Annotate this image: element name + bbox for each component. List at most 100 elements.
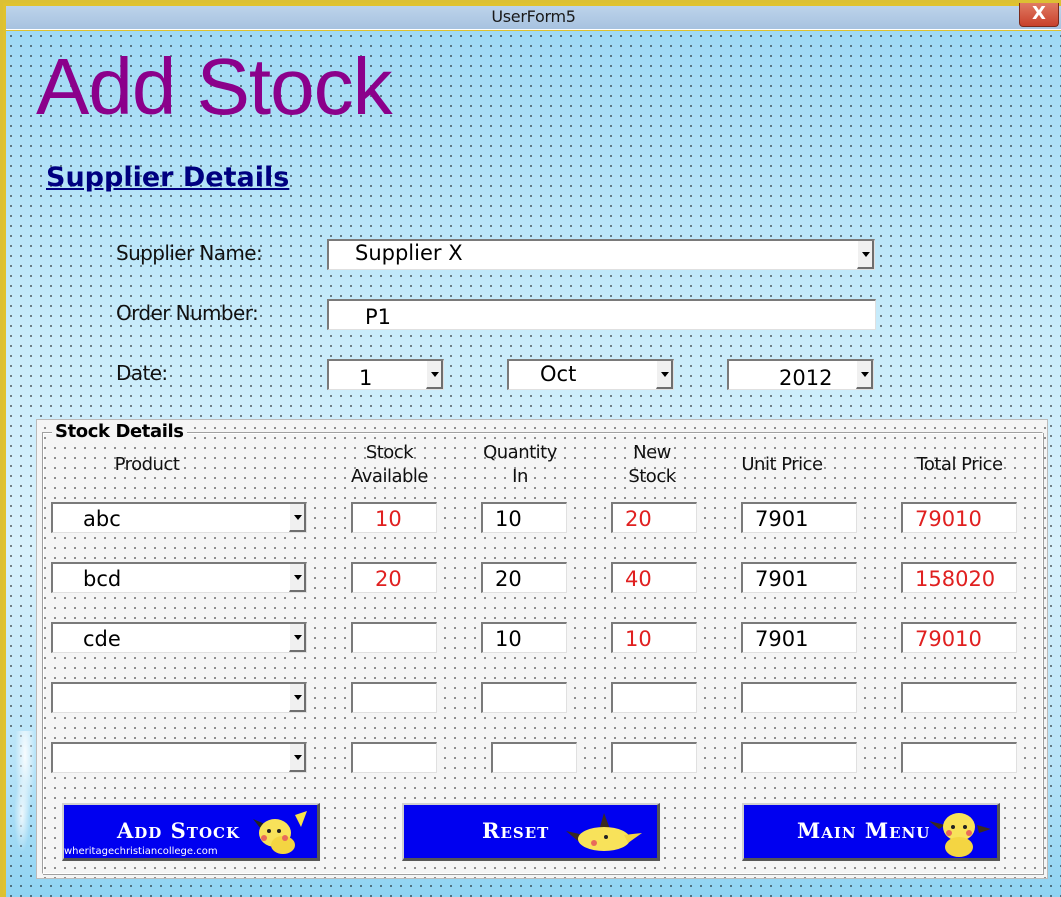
unit-price-input[interactable] — [741, 742, 857, 773]
product-combobox-value: cde — [83, 627, 121, 651]
date-year-combobox[interactable]: 2012 — [727, 359, 874, 390]
total-price-field[interactable] — [901, 682, 1017, 713]
date-day-value: 1 — [359, 366, 373, 390]
product-combobox[interactable]: cde — [51, 622, 307, 653]
column-header-new-stock: New Stock — [602, 441, 702, 489]
title-bar[interactable]: UserForm5 X — [6, 3, 1061, 30]
reset-button[interactable]: Reset — [402, 803, 660, 861]
new-stock-field[interactable] — [611, 682, 697, 713]
total-price-field-value: 79010 — [915, 507, 982, 531]
supplier-name-label: Supplier Name: — [116, 241, 263, 265]
total-price-field[interactable]: 79010 — [901, 502, 1017, 533]
new-stock-field-value: 20 — [625, 507, 652, 531]
stock-available-field[interactable]: 20 — [351, 562, 437, 593]
column-header-label: Unit Price — [741, 454, 823, 475]
quantity-in-input[interactable] — [481, 682, 567, 713]
quantity-in-input[interactable]: 10 — [481, 502, 567, 533]
chevron-down-icon[interactable] — [289, 504, 306, 532]
stock-available-field[interactable] — [351, 682, 437, 713]
product-combobox[interactable]: abc — [51, 502, 307, 533]
stock-available-field[interactable]: 10 — [351, 502, 437, 533]
column-header-unit-price: Unit Price — [727, 453, 837, 477]
unit-price-input[interactable]: 7901 — [741, 622, 857, 653]
column-header-product: Product — [97, 453, 197, 477]
new-stock-field[interactable] — [611, 742, 697, 773]
stock-details-caption: Stock Details — [52, 421, 187, 442]
unit-price-input[interactable]: 7901 — [741, 562, 857, 593]
stock-available-field-value: 20 — [375, 567, 402, 591]
date-month-combobox[interactable]: Oct — [507, 359, 674, 390]
new-stock-field[interactable]: 20 — [611, 502, 697, 533]
total-price-field[interactable]: 79010 — [901, 622, 1017, 653]
form-client-area: Add Stock Supplier Details Supplier Name… — [6, 31, 1061, 897]
total-price-field-value: 79010 — [915, 627, 982, 651]
column-header-label: In — [512, 466, 528, 487]
close-button[interactable]: X — [1019, 3, 1059, 27]
add-stock-button[interactable]: Add Stock wheritagechristiancollege.com — [62, 803, 320, 861]
order-number-label: Order Number: — [116, 301, 259, 325]
chevron-down-icon[interactable] — [289, 564, 306, 592]
column-header-label: Stock — [365, 442, 414, 463]
unit-price-input-value: 7901 — [755, 507, 809, 531]
product-combobox[interactable] — [51, 742, 307, 773]
supplier-name-combobox[interactable]: Supplier X — [327, 239, 875, 270]
total-price-field[interactable]: 158020 — [901, 562, 1017, 593]
product-combobox-value: abc — [83, 507, 121, 531]
date-day-combobox[interactable]: 1 — [327, 359, 444, 390]
chevron-down-icon[interactable] — [857, 241, 874, 269]
order-number-input[interactable]: P1 — [327, 299, 876, 330]
supplier-name-value: Supplier X — [355, 241, 463, 265]
chevron-down-icon[interactable] — [656, 361, 673, 389]
pikachu-icon — [253, 811, 307, 854]
product-combobox[interactable] — [51, 682, 307, 713]
add-stock-button-label: Add Stock — [117, 818, 240, 843]
quantity-in-input[interactable] — [491, 742, 577, 773]
pikachu-icon — [566, 813, 642, 851]
column-header-label: New — [633, 442, 671, 463]
main-menu-button-label: Main Menu — [797, 818, 931, 843]
column-header-label: Total Price — [916, 454, 1003, 475]
reset-button-label: Reset — [482, 818, 550, 843]
unit-price-input-value: 7901 — [755, 627, 809, 651]
column-header-label: Stock — [628, 466, 676, 487]
column-header-label: Product — [114, 454, 180, 475]
chevron-down-icon[interactable] — [426, 361, 443, 389]
quantity-in-input[interactable]: 10 — [481, 622, 567, 653]
unit-price-input[interactable]: 7901 — [741, 502, 857, 533]
column-header-label: Quantity — [483, 442, 557, 463]
supplier-details-heading: Supplier Details — [46, 162, 290, 193]
stock-available-field[interactable] — [351, 622, 437, 653]
page-title: Add Stock — [36, 42, 393, 131]
close-icon: X — [1032, 3, 1046, 24]
new-stock-field[interactable]: 10 — [611, 622, 697, 653]
total-price-field[interactable] — [901, 742, 1017, 773]
stock-available-field-value: 10 — [375, 507, 402, 531]
column-header-quantity-in: Quantity In — [470, 441, 570, 489]
chevron-down-icon[interactable] — [289, 744, 306, 772]
pikachu-icon — [929, 813, 991, 857]
date-label: Date: — [116, 361, 168, 385]
column-header-total-price: Total Price — [897, 453, 1022, 477]
stock-available-field[interactable] — [351, 742, 437, 773]
unit-price-input[interactable] — [741, 682, 857, 713]
watermark-text: wheritagechristiancollege.com — [64, 846, 218, 857]
new-stock-field[interactable]: 40 — [611, 562, 697, 593]
chevron-down-icon[interactable] — [289, 624, 306, 652]
new-stock-field-value: 40 — [625, 567, 652, 591]
window-title: UserForm5 — [491, 7, 576, 26]
quantity-in-input-value: 10 — [495, 627, 522, 651]
column-header-label: Available — [351, 466, 428, 487]
quantity-in-input-value: 20 — [495, 567, 522, 591]
product-combobox[interactable]: bcd — [51, 562, 307, 593]
main-menu-button[interactable]: Main Menu — [742, 803, 1000, 861]
userform-window: UserForm5 X Add Stock Supplier Details S… — [0, 0, 1061, 897]
unit-price-input-value: 7901 — [755, 567, 809, 591]
chevron-down-icon[interactable] — [856, 361, 873, 389]
column-header-stock-available: Stock Available — [337, 441, 442, 489]
total-price-field-value: 158020 — [915, 567, 996, 591]
quantity-in-input[interactable]: 20 — [481, 562, 567, 593]
new-stock-field-value: 10 — [625, 627, 652, 651]
chevron-down-icon[interactable] — [289, 684, 306, 712]
stock-details-frame: Stock Details Product Stock Available Qu… — [36, 419, 1048, 879]
date-month-value: Oct — [540, 362, 577, 386]
